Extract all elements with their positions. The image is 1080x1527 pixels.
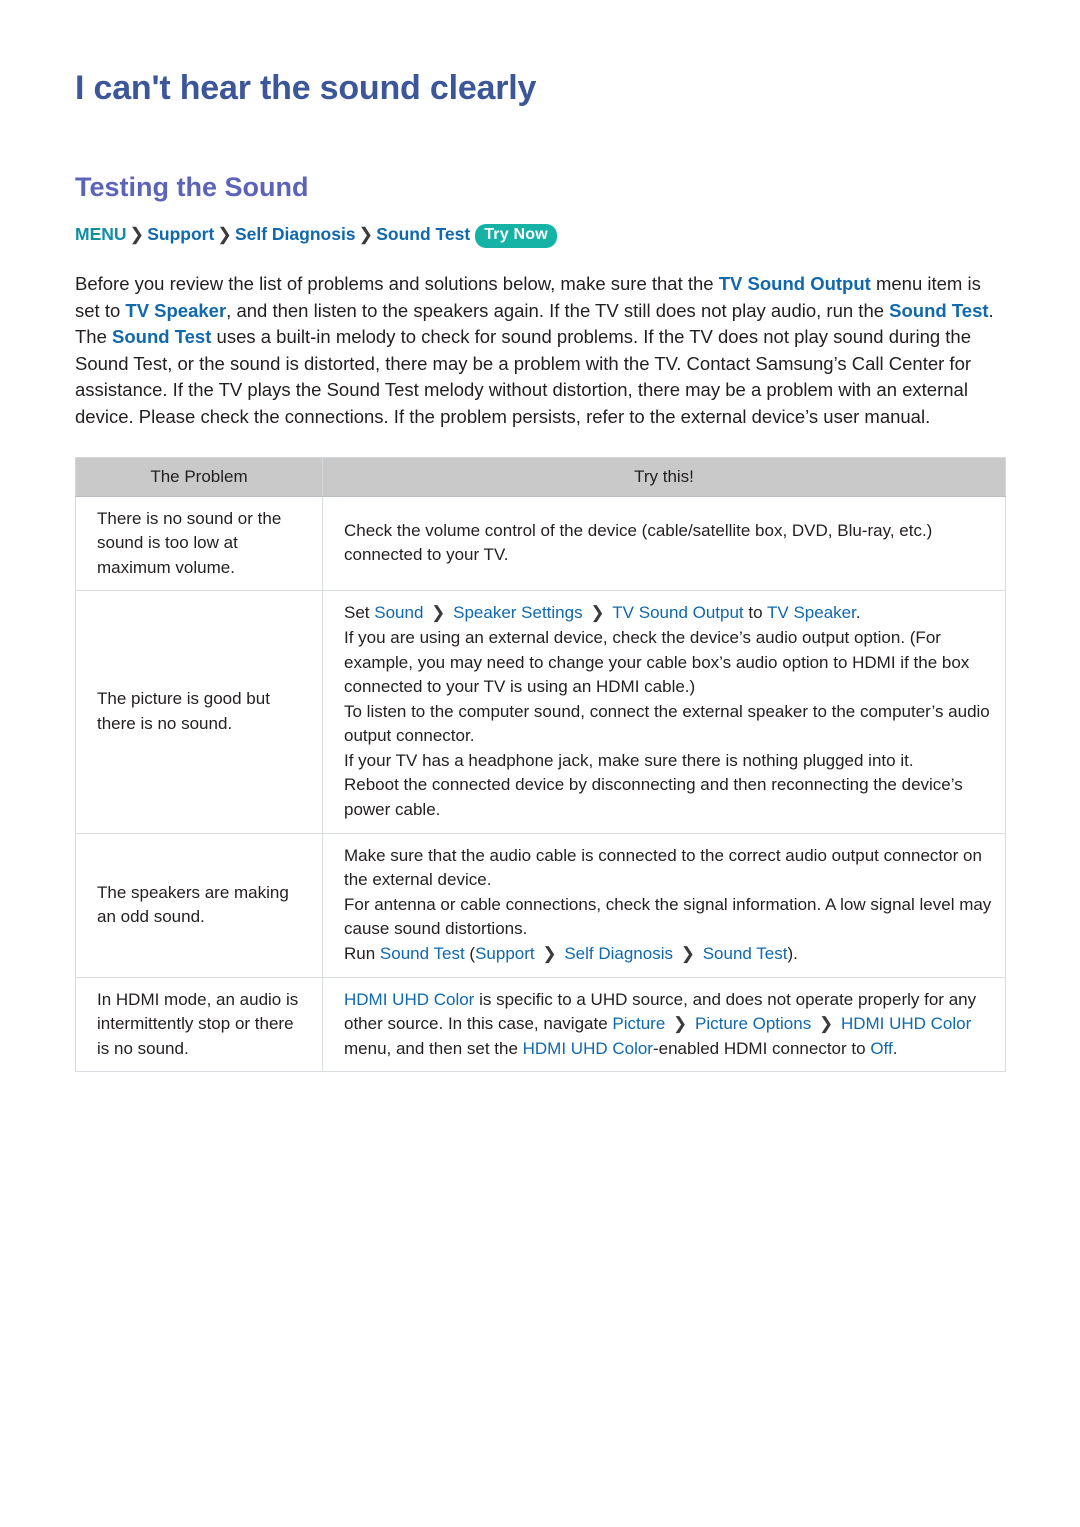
try-now-badge[interactable]: Try Now	[475, 224, 557, 248]
intro-text-1: Before you review the list of problems a…	[75, 272, 719, 294]
breadcrumb-separator-icon: ❯	[358, 224, 374, 245]
link-hdmi-uhd-color-3[interactable]: HDMI UHD Color	[523, 1039, 653, 1058]
page-title: I can't hear the sound clearly	[75, 69, 537, 107]
problem-cell: The picture is good but there is no soun…	[75, 590, 323, 834]
link-tv-sound-output[interactable]: TV Sound Output	[612, 603, 743, 622]
text-to: to	[743, 603, 767, 623]
table-row: There is no sound or the sound is too lo…	[75, 495, 1006, 592]
table-row: The picture is good but there is no soun…	[75, 590, 1006, 834]
separator-icon: ❯	[668, 1014, 692, 1034]
solution-line-menu-path: Run Sound Test (Support ❯ Self Diagnosis…	[344, 942, 993, 967]
separator-icon: ❯	[537, 944, 562, 964]
solution-cell: HDMI UHD Color is specific to a UHD sour…	[322, 976, 1006, 1073]
text-hdmi-4: .	[892, 1038, 898, 1058]
solution-line-menu-path: Set Sound ❯ Speaker Settings ❯ TV Sound …	[344, 601, 993, 626]
solution-line: Check the volume control of the device (…	[344, 520, 933, 565]
separator-icon: ❯	[814, 1014, 838, 1034]
solution-cell: Check the volume control of the device (…	[322, 495, 1006, 592]
link-support[interactable]: Support	[475, 944, 535, 963]
link-sound-test-2[interactable]: Sound Test	[703, 944, 788, 963]
link-tv-speaker[interactable]: TV Speaker	[767, 603, 856, 622]
text-paren-open: (	[464, 944, 476, 964]
section-title: Testing the Sound	[75, 171, 309, 202]
text-hdmi-3: -enabled HDMI connector to	[652, 1038, 871, 1058]
text-period: .	[855, 603, 861, 623]
solution-line: If you are using an external device, che…	[344, 627, 970, 697]
table-row: The speakers are making an odd sound. Ma…	[75, 832, 1006, 978]
text-paren-close: ).	[787, 944, 798, 964]
intro-link-tv-speaker[interactable]: TV Speaker	[125, 300, 226, 321]
table-row: In HDMI mode, an audio is intermittently…	[75, 976, 1006, 1073]
text-set: Set	[344, 603, 375, 623]
separator-icon: ❯	[676, 944, 700, 964]
link-hdmi-uhd-color-2[interactable]: HDMI UHD Color	[841, 1014, 971, 1033]
solution-line: For antenna or cable connections, check …	[344, 894, 992, 939]
breadcrumb-separator-icon: ❯	[129, 224, 145, 245]
link-picture-options[interactable]: Picture Options	[695, 1014, 811, 1033]
solution-line: Reboot the connected device by disconnec…	[344, 775, 963, 820]
solution-line: To listen to the computer sound, connect…	[344, 701, 990, 746]
breadcrumb-menu[interactable]: MENU	[75, 224, 127, 244]
intro-text-3: , and then listen to the speakers again.…	[226, 299, 890, 321]
breadcrumb: MENU ❯ Support ❯ Self Diagnosis ❯ Sound Test Tr…	[75, 223, 1005, 249]
solution-lines: Make sure that the audio cable is connec…	[344, 844, 993, 967]
solution-cell: Make sure that the audio cable is connec…	[322, 832, 1006, 978]
solution-line-hdmi: HDMI UHD Color is specific to a UHD sour…	[344, 988, 993, 1062]
separator-icon: ❯	[426, 603, 451, 623]
problem-cell: The speakers are making an odd sound.	[75, 832, 323, 978]
link-sound-test[interactable]: Sound Test	[380, 944, 465, 963]
intro-link-sound-test-1[interactable]: Sound Test	[889, 300, 988, 321]
solution-line: Make sure that the audio cable is connec…	[344, 845, 982, 890]
link-speaker-settings[interactable]: Speaker Settings	[453, 603, 582, 622]
problem-cell: In HDMI mode, an audio is intermittently…	[75, 976, 323, 1073]
breadcrumb-item-self-diagnosis[interactable]: Self Diagnosis	[235, 224, 356, 244]
separator-icon: ❯	[585, 603, 610, 623]
problem-cell: There is no sound or the sound is too lo…	[75, 495, 323, 592]
solution-line: If your TV has a headphone jack, make su…	[344, 750, 914, 770]
breadcrumb-item-support[interactable]: Support	[147, 224, 214, 244]
intro-link-sound-test-2[interactable]: Sound Test	[112, 326, 211, 347]
solution-lines: HDMI UHD Color is specific to a UHD sour…	[344, 988, 993, 1062]
column-header-try-this: Try this!	[322, 456, 1006, 497]
problem-solution-table: The Problem Try this! There is no sound …	[75, 456, 1006, 1073]
document-page: I can't hear the sound clearly Testing t…	[0, 0, 1080, 1527]
breadcrumb-item-sound-test[interactable]: Sound Test	[376, 224, 470, 244]
intro-link-tv-sound-output[interactable]: TV Sound Output	[719, 273, 871, 294]
intro-paragraph: Before you review the list of problems a…	[75, 249, 1005, 431]
column-header-problem: The Problem	[75, 456, 323, 497]
link-off[interactable]: Off	[870, 1039, 892, 1058]
link-hdmi-uhd-color-1[interactable]: HDMI UHD Color	[344, 990, 474, 1009]
text-hdmi-2: menu, and then set the	[344, 1038, 523, 1058]
solution-lines: Check the volume control of the device (…	[344, 519, 993, 568]
link-sound[interactable]: Sound	[374, 603, 423, 622]
breadcrumb-separator-icon: ❯	[217, 224, 232, 245]
solution-cell: Set Sound ❯ Speaker Settings ❯ TV Sound …	[322, 590, 1006, 834]
page-content: I can't hear the sound clearly Testing t…	[0, 0, 1080, 1073]
link-picture[interactable]: Picture	[612, 1014, 665, 1033]
solution-lines: Set Sound ❯ Speaker Settings ❯ TV Sound …	[344, 601, 993, 822]
link-self-diagnosis[interactable]: Self Diagnosis	[564, 944, 673, 963]
text-run: Run	[344, 944, 380, 964]
table-header-row: The Problem Try this!	[75, 456, 1006, 497]
